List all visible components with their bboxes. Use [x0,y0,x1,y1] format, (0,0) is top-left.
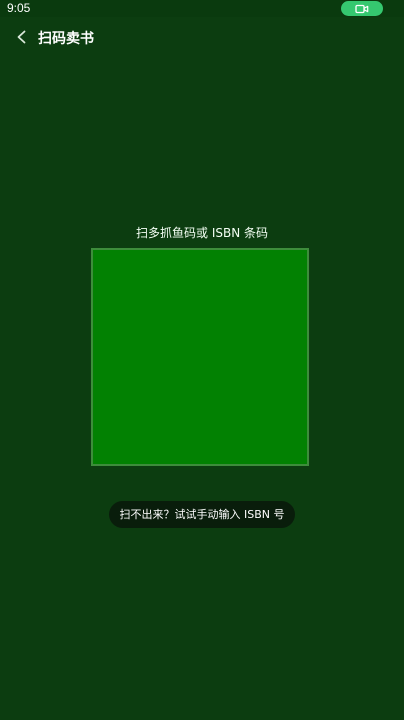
manual-isbn-entry-button[interactable]: 扫不出来？试试手动输入 ISBN 号 [109,501,295,528]
page-title: 扫码卖书 [38,31,94,47]
scan-sell-books-screen: 9:05 扫码卖书 扫多抓鱼码或 ISBN 条码 扫不出来？试试手动输入 ISB… [0,0,404,720]
status-time: 9:05 [7,1,31,15]
top-navigation-bar: 扫码卖书 [0,22,404,56]
back-button[interactable] [10,27,32,51]
video-call-indicator[interactable] [341,1,383,16]
scan-instruction: 扫多抓鱼码或 ISBN 条码 [136,226,268,240]
chevron-left-icon [15,29,27,49]
video-camera-icon [355,0,369,18]
status-bar: 9:05 [0,0,404,17]
scanner-frame [91,248,309,466]
